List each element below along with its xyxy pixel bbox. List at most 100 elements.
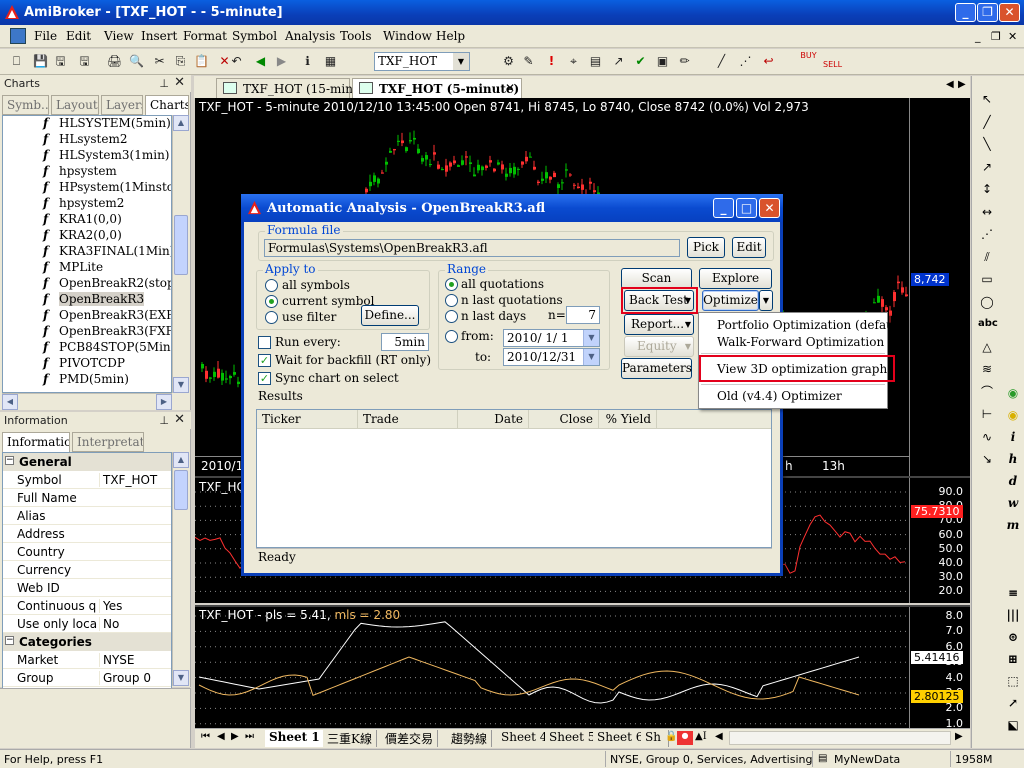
draw-tool-icon[interactable]: ∿: [978, 428, 996, 446]
sheet-next-icon[interactable]: ▶: [231, 731, 239, 742]
paste-icon[interactable]: 📋: [193, 53, 210, 70]
tab-scroll-right-icon[interactable]: ▶: [958, 79, 966, 90]
chevron-down-icon[interactable]: ▼: [583, 349, 599, 365]
tab-symbols[interactable]: Symb...: [2, 95, 49, 115]
sheet-last-icon[interactable]: ⏭: [245, 731, 254, 742]
n-value-field[interactable]: 7: [566, 306, 600, 324]
info-icon[interactable]: ℹ: [299, 53, 316, 70]
doc-tab-close-icon[interactable]: ✕: [505, 81, 515, 95]
draw-tool-icon[interactable]: d: [1004, 472, 1022, 490]
info-row[interactable]: Use only local No: [3, 615, 171, 633]
menu-old-optimizer[interactable]: Old (v4.4) Optimizer: [717, 389, 842, 403]
wait-backfill-checkbox[interactable]: ✓: [258, 354, 271, 367]
chart-formula-item[interactable]: f PMD(5min): [43, 372, 129, 388]
crosshair-icon[interactable]: ⌖: [565, 53, 582, 70]
menu-edit[interactable]: Edit: [66, 29, 91, 43]
properties-icon[interactable]: ▦: [322, 53, 339, 70]
mdi-minimize-button[interactable]: _: [975, 30, 981, 43]
scroll-up-icon[interactable]: ▲: [173, 115, 189, 131]
sheet-first-icon[interactable]: ⏮: [201, 731, 210, 742]
draw-tool-icon[interactable]: ╱: [978, 113, 996, 131]
column-trade[interactable]: Trade: [358, 410, 458, 429]
info-vertical-scrollbar[interactable]: ▲ ▼: [172, 452, 189, 686]
chart-formula-item[interactable]: f HLSystem3(1min): [43, 148, 169, 164]
tab-scroll-left-icon[interactable]: ◀: [946, 79, 954, 90]
magnet-icon[interactable]: ↩: [760, 53, 777, 70]
minimize-button[interactable]: _: [955, 3, 976, 22]
forward-icon[interactable]: ▶: [273, 53, 290, 70]
hscroll-left-icon[interactable]: ◀: [715, 731, 723, 742]
draw-tool-icon[interactable]: ⌒: [978, 383, 996, 401]
draw-tool-icon[interactable]: ⬕: [1004, 716, 1022, 734]
info-row[interactable]: Currency: [3, 561, 171, 579]
info-row[interactable]: Full Name: [3, 489, 171, 507]
use-filter-radio[interactable]: [265, 311, 278, 324]
report-button[interactable]: Report... ▼: [624, 314, 694, 335]
run-every-checkbox[interactable]: [258, 336, 271, 349]
scroll-thumb[interactable]: [174, 470, 188, 510]
tree-vertical-scrollbar[interactable]: ▲ ▼: [172, 115, 189, 393]
menu-file[interactable]: File: [34, 29, 57, 43]
draw-tool-icon[interactable]: i: [1004, 428, 1022, 446]
sheet-tab-2[interactable]: 三重K線: [323, 730, 377, 747]
from-date-radio[interactable]: [445, 330, 458, 343]
document-icon[interactable]: [10, 28, 26, 44]
new-icon[interactable]: ⎕: [8, 53, 25, 70]
from-date-picker[interactable]: 2010/ 1/ 1 ▼: [503, 329, 600, 347]
print-icon[interactable]: 🖨: [106, 53, 123, 70]
menu-walk-forward-optimization[interactable]: Walk-Forward Optimization: [717, 335, 884, 349]
menu-help[interactable]: Help: [436, 29, 465, 43]
horizontal-scrollbar[interactable]: [729, 731, 951, 745]
buy-icon[interactable]: BUY: [800, 51, 817, 68]
sheet-tab-1[interactable]: Sheet 1: [265, 730, 325, 747]
explore-button[interactable]: Explore: [699, 268, 772, 289]
draw-tool-icon[interactable]: ⋰: [978, 225, 996, 243]
info-category[interactable]: − General: [3, 453, 171, 471]
close-button[interactable]: ✕: [999, 3, 1020, 22]
scroll-up-icon[interactable]: ▲: [173, 452, 189, 468]
draw-tool-icon[interactable]: ↕: [978, 180, 996, 198]
dialog-maximize-button[interactable]: □: [736, 198, 757, 218]
cut-icon[interactable]: ✂: [151, 53, 168, 70]
optimize-button[interactable]: Optimize: [702, 290, 759, 311]
dialog-close-button[interactable]: ✕: [759, 198, 780, 218]
tab-information[interactable]: Information: [2, 432, 70, 453]
draw-tool-icon[interactable]: ⊞: [1004, 650, 1022, 668]
doc-tab-15-minute[interactable]: TXF_HOT (15-minute): [216, 78, 377, 98]
pick-button[interactable]: Pick: [687, 237, 725, 258]
draw-tool-icon[interactable]: ⊚: [1004, 628, 1022, 646]
menu-portfolio-optimization[interactable]: Portfolio Optimization (default): [717, 318, 907, 332]
copy-icon[interactable]: ⎘: [172, 53, 189, 70]
pls-mls-pane[interactable]: TXF_HOT - pls = 5.41, mls = 2.80 8.0 7.0 6…: [195, 605, 970, 730]
menu-insert[interactable]: Insert: [141, 29, 177, 43]
results-list[interactable]: Ticker Trade Date Close % Yield: [256, 409, 772, 548]
charts-panel-close-icon[interactable]: ✕: [174, 75, 185, 90]
chart-formula-item[interactable]: f HLsystem2: [43, 132, 127, 148]
column-yield[interactable]: % Yield: [599, 410, 657, 429]
open-icon[interactable]: 💾: [32, 53, 49, 70]
draw-tool-icon[interactable]: ≡: [1004, 584, 1022, 602]
chevron-down-icon[interactable]: ▼: [685, 315, 691, 334]
chart-formula-item[interactable]: f KRA2(0,0): [43, 228, 122, 244]
draw-tool-icon[interactable]: ≋: [978, 360, 996, 378]
draw-tool-icon[interactable]: ◯: [978, 293, 996, 311]
edit-formula-icon[interactable]: ✎: [520, 53, 537, 70]
info-panel-close-icon[interactable]: ✕: [174, 412, 185, 427]
doc-tab-5-minute[interactable]: TXF_HOT (5-minute) ✕: [352, 78, 522, 99]
scroll-down-icon[interactable]: ▼: [173, 670, 189, 686]
info-category[interactable]: − Categories: [3, 633, 171, 651]
draw-tool-icon[interactable]: ↗: [978, 158, 996, 176]
sync-chart-checkbox[interactable]: ✓: [258, 372, 271, 385]
chart-formula-item[interactable]: f OpenBreakR3(EXF): [43, 308, 171, 324]
pin-icon[interactable]: ⊥: [159, 414, 169, 427]
optimize-dropdown-icon[interactable]: ▼: [759, 290, 773, 311]
back-icon[interactable]: ◀: [252, 53, 269, 70]
tab-charts[interactable]: Charts: [145, 95, 189, 116]
menu-window[interactable]: Window: [383, 29, 432, 43]
info-row[interactable]: Continuous qu Yes: [3, 597, 171, 615]
check-icon[interactable]: ✔: [632, 53, 649, 70]
chevron-down-icon[interactable]: ▼: [453, 53, 469, 70]
mdi-close-button[interactable]: ✕: [1008, 30, 1017, 43]
sell-icon[interactable]: SELL: [823, 60, 842, 77]
draw-tool-icon[interactable]: w: [1004, 494, 1022, 512]
